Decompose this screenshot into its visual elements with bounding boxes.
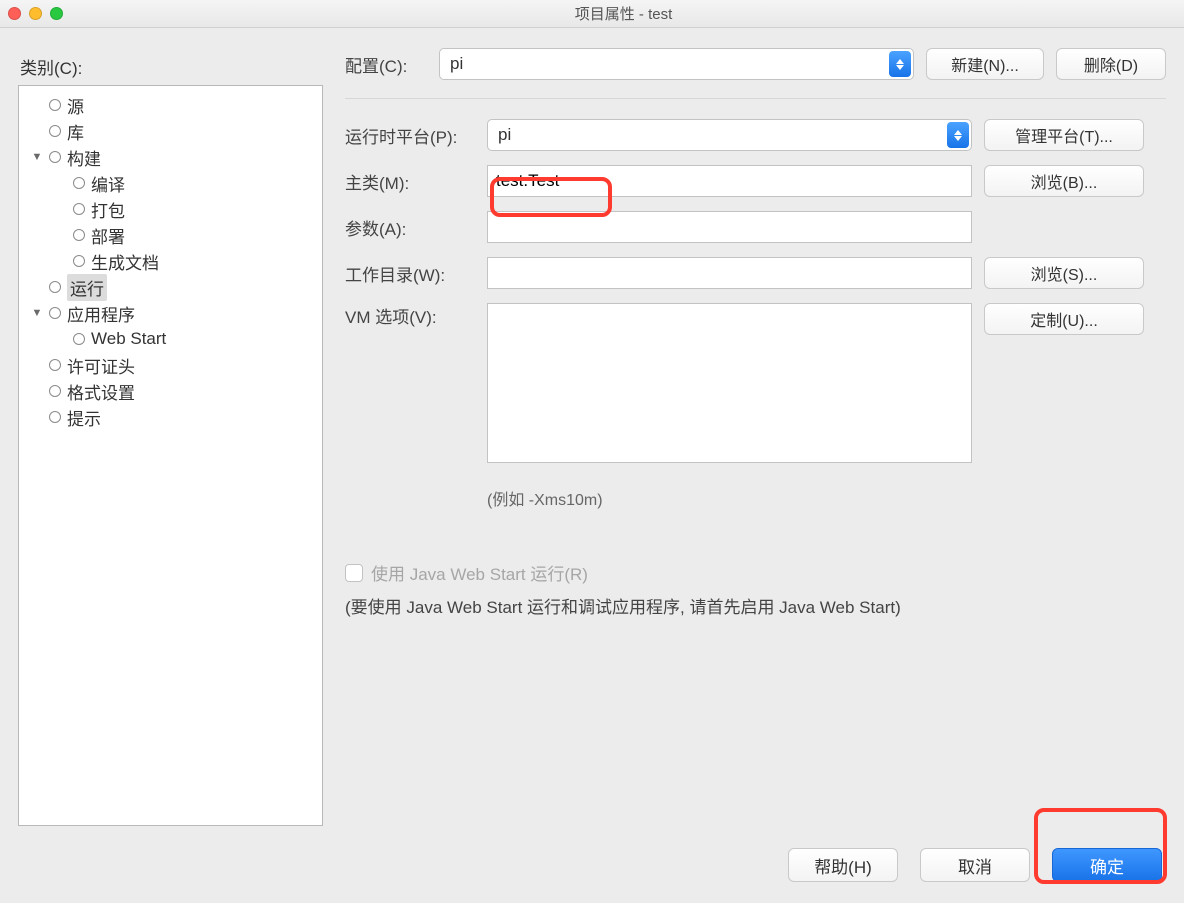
tree-item-label: 源: [67, 93, 84, 118]
radio-icon: [73, 229, 85, 241]
tree-item-compile[interactable]: 编译: [51, 170, 318, 196]
tree-item-format[interactable]: 格式设置: [27, 378, 318, 404]
tree-item-label: Web Start: [91, 329, 166, 349]
args-input[interactable]: [487, 211, 972, 243]
radio-icon: [49, 307, 61, 319]
help-button[interactable]: 帮助(H): [788, 848, 898, 882]
tree-item-label: 运行: [67, 274, 107, 301]
radio-icon: [49, 99, 61, 111]
customize-button[interactable]: 定制(U)...: [984, 303, 1144, 335]
radio-icon: [73, 177, 85, 189]
radio-icon: [49, 411, 61, 423]
manage-platform-button[interactable]: 管理平台(T)...: [984, 119, 1144, 151]
radio-icon: [49, 151, 61, 163]
tree-item-label: 应用程序: [67, 301, 135, 326]
vm-hint: (例如 -Xms10m): [487, 486, 1166, 510]
tree-item-run[interactable]: 运行: [27, 274, 318, 300]
vm-options-input[interactable]: [487, 303, 972, 463]
webstart-checkbox-label: 使用 Java Web Start 运行(R): [371, 560, 588, 585]
tree-item-build[interactable]: ▼ 构建: [27, 144, 318, 170]
window-title: 项目属性 - test: [71, 3, 1176, 24]
window-controls: [8, 7, 63, 20]
main-class-label: 主类(M):: [345, 169, 475, 194]
tree-item-webstart[interactable]: Web Start: [51, 326, 318, 352]
chevron-down-icon[interactable]: ▼: [31, 307, 43, 319]
categories-tree[interactable]: 源 库 ▼ 构建 编译 打包 部署 生成文档 运行 ▼ 应用程序 Web Start: [18, 85, 323, 826]
vm-label: VM 选项(V):: [345, 303, 475, 328]
cancel-button[interactable]: 取消: [920, 848, 1030, 882]
select-arrows-icon: [947, 122, 969, 148]
zoom-window-icon[interactable]: [50, 7, 63, 20]
radio-icon: [49, 125, 61, 137]
tree-item-library[interactable]: 库: [27, 118, 318, 144]
delete-button[interactable]: 删除(D): [1056, 48, 1166, 80]
tree-item-label: 格式设置: [67, 379, 135, 404]
webstart-note: (要使用 Java Web Start 运行和调试应用程序, 请首先启用 Jav…: [345, 593, 1166, 618]
workdir-input[interactable]: [487, 257, 972, 289]
runtime-value: pi: [498, 125, 511, 145]
tree-item-label: 打包: [91, 197, 125, 222]
radio-icon: [49, 385, 61, 397]
main-class-input[interactable]: [487, 165, 972, 197]
categories-label: 类别(C):: [20, 54, 323, 79]
tree-item-license[interactable]: 许可证头: [27, 352, 318, 378]
args-label: 参数(A):: [345, 215, 475, 240]
tree-item-source[interactable]: 源: [27, 92, 318, 118]
tree-item-label: 提示: [67, 405, 101, 430]
tree-item-label: 部署: [91, 223, 125, 248]
radio-icon: [49, 359, 61, 371]
browse-main-class-button[interactable]: 浏览(B)...: [984, 165, 1144, 197]
radio-icon: [73, 333, 85, 345]
minimize-window-icon[interactable]: [29, 7, 42, 20]
webstart-checkbox-row: 使用 Java Web Start 运行(R): [345, 560, 1166, 585]
browse-workdir-button[interactable]: 浏览(S)...: [984, 257, 1144, 289]
divider: [345, 98, 1166, 99]
tree-item-label: 构建: [67, 145, 101, 170]
chevron-down-icon[interactable]: ▼: [31, 151, 43, 163]
tree-item-gendoc[interactable]: 生成文档: [51, 248, 318, 274]
radio-icon: [73, 255, 85, 267]
titlebar: 项目属性 - test: [0, 0, 1184, 28]
tree-item-deploy[interactable]: 部署: [51, 222, 318, 248]
tree-item-app[interactable]: ▼ 应用程序: [27, 300, 318, 326]
tree-item-label: 生成文档: [91, 249, 159, 274]
tree-item-label: 库: [67, 119, 84, 144]
close-window-icon[interactable]: [8, 7, 21, 20]
config-select[interactable]: pi: [439, 48, 914, 80]
config-value: pi: [450, 54, 463, 74]
radio-icon: [73, 203, 85, 215]
select-arrows-icon: [889, 51, 911, 77]
workdir-label: 工作目录(W):: [345, 261, 475, 286]
config-label: 配置(C):: [345, 52, 427, 77]
tree-item-label: 许可证头: [67, 353, 135, 378]
dialog-footer: 帮助(H) 取消 确定: [0, 838, 1184, 902]
tree-item-package[interactable]: 打包: [51, 196, 318, 222]
runtime-select[interactable]: pi: [487, 119, 972, 151]
radio-icon: [49, 281, 61, 293]
webstart-checkbox: [345, 564, 363, 582]
tree-item-label: 编译: [91, 171, 125, 196]
runtime-label: 运行时平台(P):: [345, 123, 475, 148]
ok-button[interactable]: 确定: [1052, 848, 1162, 882]
tree-item-hints[interactable]: 提示: [27, 404, 318, 430]
new-button[interactable]: 新建(N)...: [926, 48, 1044, 80]
